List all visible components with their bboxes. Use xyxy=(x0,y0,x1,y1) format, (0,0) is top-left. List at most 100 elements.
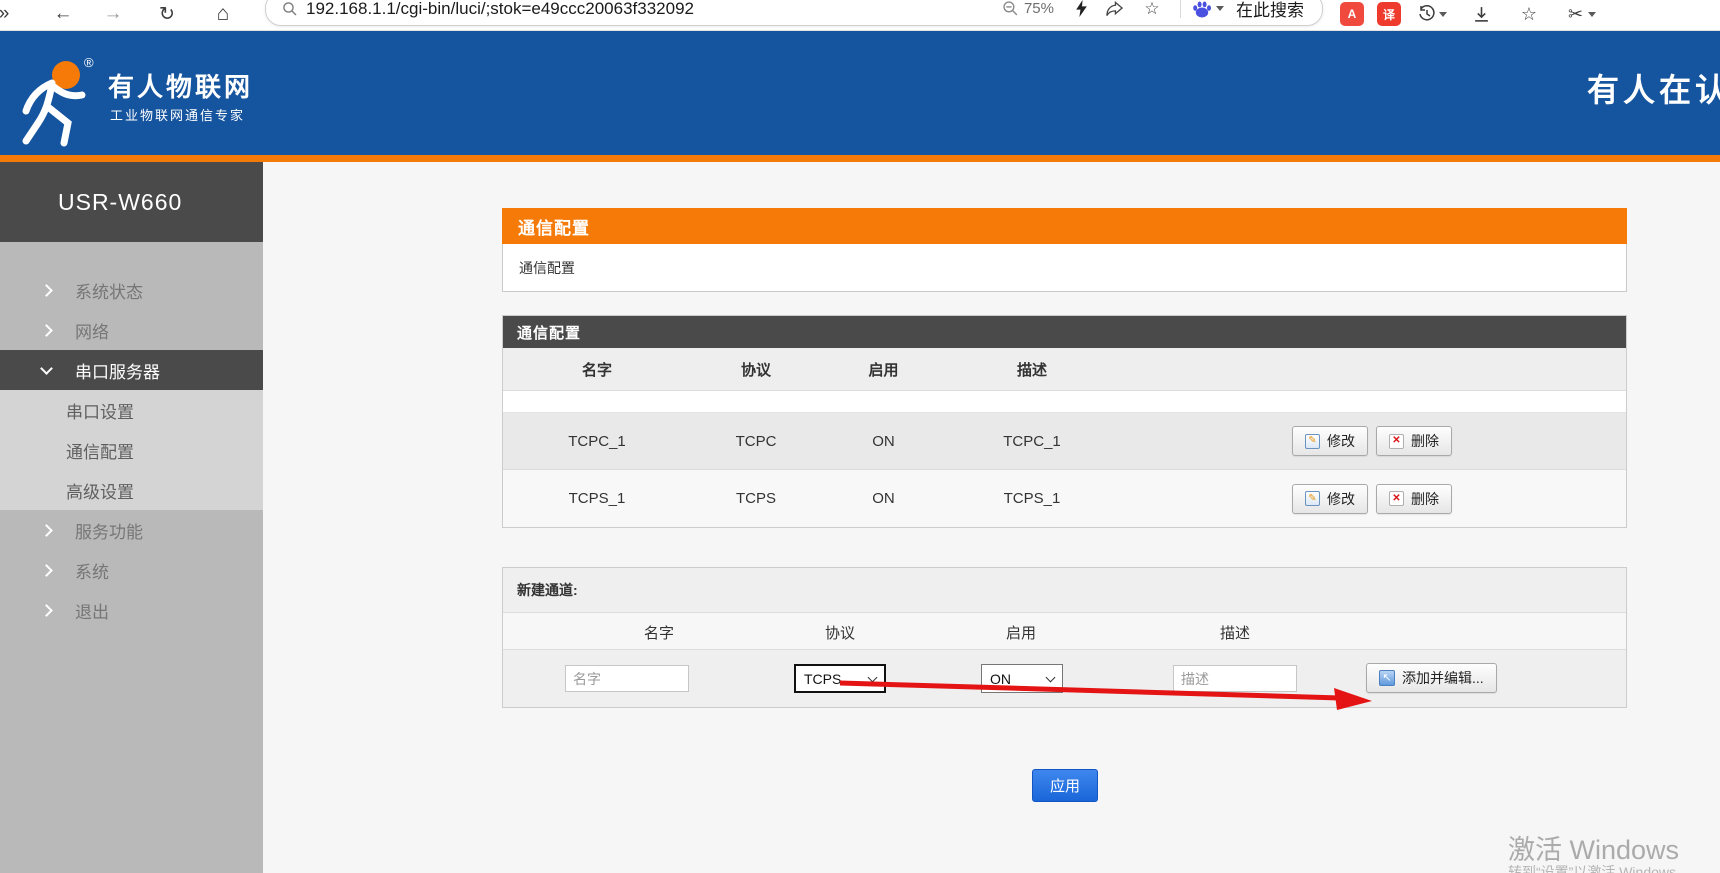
table-header-row: 名字 协议 启用 描述 xyxy=(503,348,1626,391)
sidebar: USR-W660 系统状态 网络 串口服务器 串口设置 通信配置 xyxy=(0,162,263,873)
back-icon[interactable]: ← xyxy=(48,0,78,28)
add-icon: ↖ xyxy=(1379,670,1395,686)
enabled-select-value: ON xyxy=(990,671,1011,687)
description-input[interactable] xyxy=(1173,665,1297,692)
bookmark-star-icon[interactable]: ☆ xyxy=(1134,0,1170,23)
sidebar-item-system-status[interactable]: 系统状态 xyxy=(0,270,263,310)
sidebar-item-service-functions[interactable]: 服务功能 xyxy=(0,510,263,550)
home-icon[interactable]: ⌂ xyxy=(208,0,238,28)
sidebar-item-label: 高级设置 xyxy=(66,478,134,503)
delete-button[interactable]: ✕ 删除 xyxy=(1376,484,1452,514)
add-and-edit-label: 添加并编辑... xyxy=(1402,668,1484,688)
sidebar-item-advanced-settings[interactable]: 高级设置 xyxy=(0,470,263,510)
forward-icon: → xyxy=(98,0,128,28)
delete-button-label: 删除 xyxy=(1411,431,1439,451)
baidu-paw-icon[interactable] xyxy=(1191,0,1213,18)
cell-protocol: TCPC xyxy=(691,433,821,450)
delete-button[interactable]: ✕ 删除 xyxy=(1376,426,1452,456)
browser-toolbar: » ← → ↻ ⌂ 192.168.1.1/cgi-bin/luci/;stok… xyxy=(0,0,1720,31)
new-channel-input-row: TCPS ON ↖ 添加并编辑... xyxy=(503,650,1626,707)
edit-button[interactable]: ✎ 修改 xyxy=(1292,484,1368,514)
history-icon[interactable] xyxy=(1414,0,1450,28)
page-title: 通信配置 xyxy=(502,208,1627,244)
refresh-icon[interactable]: ↻ xyxy=(152,0,182,28)
sidebar-item-serial-settings[interactable]: 串口设置 xyxy=(0,390,263,430)
name-input[interactable] xyxy=(565,665,689,692)
form-col-protocol: 协议 xyxy=(825,622,855,643)
activate-windows-hint: 转到“设置”以激活 Windows。 xyxy=(1508,862,1690,873)
sidebar-item-system[interactable]: 系统 xyxy=(0,550,263,590)
sidebar-item-comm-config[interactable]: 通信配置 xyxy=(0,430,263,470)
search-engine-caret-icon[interactable] xyxy=(1216,6,1224,11)
delete-x-icon: ✕ xyxy=(1389,491,1404,506)
new-channel-header-row: 名字 协议 启用 描述 xyxy=(503,612,1626,650)
new-channel-section: 新建通道: 名字 协议 启用 描述 TCPS ON ↖ xyxy=(502,567,1627,708)
sidebar-item-label: 串口设置 xyxy=(66,398,134,423)
pdf-extension-icon[interactable]: A xyxy=(1337,0,1367,28)
apply-button[interactable]: 应用 xyxy=(1032,769,1098,802)
scissors-caret-icon xyxy=(1588,12,1596,17)
chevron-right-icon xyxy=(40,564,53,577)
sidebar-item-serial-server[interactable]: 串口服务器 xyxy=(0,350,263,390)
chevron-right-icon xyxy=(40,604,53,617)
cell-enabled: ON xyxy=(821,490,946,507)
address-bar[interactable]: 192.168.1.1/cgi-bin/luci/;stok=e49ccc200… xyxy=(265,0,1323,26)
sidebar-item-label: 服务功能 xyxy=(75,518,143,543)
search-hint[interactable]: 在此搜索 xyxy=(1236,0,1304,21)
sidebar-item-network[interactable]: 网络 xyxy=(0,310,263,350)
select-chevron-icon xyxy=(868,672,878,682)
registered-mark: ® xyxy=(84,55,94,70)
add-and-edit-button[interactable]: ↖ 添加并编辑... xyxy=(1366,663,1497,693)
zoom-out-icon[interactable] xyxy=(1002,0,1019,17)
channels-table: 通信配置 名字 协议 启用 描述 TCPC_1 TCPC ON TCPC_1 ✎… xyxy=(502,315,1627,528)
history-caret-icon xyxy=(1439,12,1447,17)
download-icon[interactable] xyxy=(1466,0,1496,28)
search-icon xyxy=(282,1,298,17)
col-header-enabled: 启用 xyxy=(821,359,946,380)
table-title: 通信配置 xyxy=(503,316,1626,348)
chevron-down-icon xyxy=(40,362,53,375)
sidebar-item-logout[interactable]: 退出 xyxy=(0,590,263,630)
sidebar-item-label: 退出 xyxy=(75,598,109,623)
share-icon[interactable] xyxy=(1094,0,1134,23)
edit-button[interactable]: ✎ 修改 xyxy=(1292,426,1368,456)
device-name: USR-W660 xyxy=(0,162,263,242)
brand-subtitle: 工业物联网通信专家 xyxy=(110,105,245,124)
cell-description: TCPS_1 xyxy=(946,490,1118,507)
chevron-right-icon xyxy=(40,284,53,297)
table-row: TCPS_1 TCPS ON TCPS_1 ✎ 修改 ✕ 删除 xyxy=(503,470,1626,527)
sidebar-item-label: 网络 xyxy=(75,318,109,343)
enabled-select[interactable]: ON xyxy=(981,664,1063,693)
col-header-protocol: 协议 xyxy=(691,359,821,380)
site-header: ® 有人物联网 工业物联网通信专家 有人在认真 xyxy=(0,31,1720,155)
delete-x-icon: ✕ xyxy=(1389,434,1404,449)
scissors-icon[interactable]: ✂ xyxy=(1562,0,1602,28)
chevron-double-icon[interactable]: » xyxy=(0,0,14,28)
form-col-name: 名字 xyxy=(644,622,674,643)
cell-name: TCPS_1 xyxy=(503,490,691,507)
table-empty-row xyxy=(503,391,1626,413)
table-row: TCPC_1 TCPC ON TCPC_1 ✎ 修改 ✕ 删除 xyxy=(503,413,1626,470)
form-col-enabled: 启用 xyxy=(1006,622,1036,643)
header-slogan: 有人在认真 xyxy=(1587,65,1720,111)
select-chevron-icon xyxy=(1046,672,1056,682)
page-subtitle-box: 通信配置 xyxy=(502,244,1627,292)
sidebar-item-label: 系统 xyxy=(75,558,109,583)
translate-extension-icon[interactable]: 译 xyxy=(1374,0,1404,28)
new-channel-label: 新建通道: xyxy=(503,568,1626,612)
usr-logo-icon: ® xyxy=(8,53,100,153)
lightning-icon[interactable] xyxy=(1068,0,1094,23)
brand-title: 有人物联网 xyxy=(108,67,253,104)
url-text[interactable]: 192.168.1.1/cgi-bin/luci/;stok=e49ccc200… xyxy=(306,0,694,19)
sidebar-submenu: 串口设置 通信配置 高级设置 xyxy=(0,390,263,510)
edit-pencil-icon: ✎ xyxy=(1305,491,1320,506)
zoom-level[interactable]: 75% xyxy=(1024,0,1054,17)
col-header-description: 描述 xyxy=(946,359,1118,380)
chevron-right-icon xyxy=(40,524,53,537)
sidebar-item-label: 通信配置 xyxy=(66,438,134,463)
edit-button-label: 修改 xyxy=(1327,489,1355,509)
screen: » ← → ↻ ⌂ 192.168.1.1/cgi-bin/luci/;stok… xyxy=(0,0,1720,873)
favorites-star-icon[interactable]: ☆ xyxy=(1514,0,1544,28)
col-header-name: 名字 xyxy=(503,359,691,380)
protocol-select[interactable]: TCPS xyxy=(794,664,886,693)
